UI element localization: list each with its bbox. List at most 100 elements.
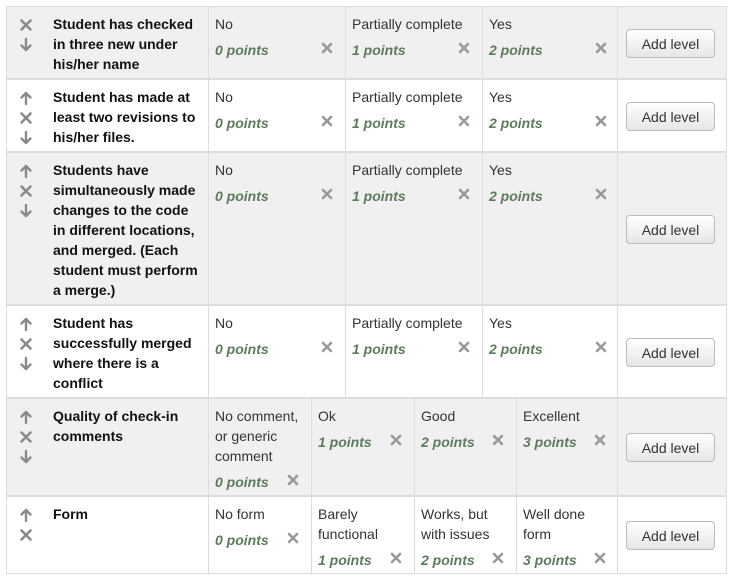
level-definition[interactable]: Yes — [489, 14, 613, 34]
level-definition[interactable]: No — [215, 14, 339, 34]
arrow-down-icon[interactable] — [18, 130, 34, 146]
level-points[interactable]: 1 points — [318, 434, 372, 450]
criterion-description[interactable]: Quality of check-in comments — [47, 399, 208, 495]
delete-level-icon[interactable] — [386, 548, 406, 568]
level-definition[interactable]: Partially complete — [352, 14, 476, 34]
close-icon — [287, 532, 299, 544]
close-icon — [458, 341, 470, 353]
level-points[interactable]: 0 points — [215, 474, 269, 490]
level-definition[interactable]: No — [215, 313, 339, 333]
arrow-down-icon[interactable] — [18, 203, 34, 219]
level-definition[interactable]: Yes — [489, 87, 613, 107]
arrow-down-icon — [20, 203, 32, 218]
level-definition[interactable]: Partially complete — [352, 87, 476, 107]
close-icon — [595, 42, 607, 54]
level-definition[interactable]: Works, but with issues — [421, 504, 510, 544]
arrow-down-icon[interactable] — [18, 449, 34, 465]
level-cell: Partially complete 1 points — [345, 153, 482, 304]
level-points[interactable]: 1 points — [352, 42, 406, 58]
close-icon[interactable] — [18, 527, 34, 543]
criterion-description[interactable]: Form — [47, 497, 208, 573]
criterion-description[interactable]: Students have simultaneously made change… — [47, 153, 208, 304]
level-points[interactable]: 0 points — [215, 115, 269, 131]
level-definition[interactable]: Well done form — [523, 504, 612, 544]
level-cell: Ok 1 points — [311, 399, 414, 495]
level-cell: No 0 points — [208, 153, 345, 304]
level-definition[interactable]: Partially complete — [352, 160, 476, 180]
delete-level-icon[interactable] — [590, 548, 610, 568]
level-definition[interactable]: No comment, or generic comment — [215, 406, 305, 466]
level-points[interactable]: 2 points — [421, 434, 475, 450]
level-definition[interactable]: Good — [421, 406, 510, 426]
level-definition[interactable]: Barely functional — [318, 504, 408, 544]
delete-level-icon[interactable] — [454, 184, 474, 204]
delete-level-icon[interactable] — [386, 430, 406, 450]
level-points[interactable]: 0 points — [215, 341, 269, 357]
level-points[interactable]: 3 points — [523, 552, 577, 568]
delete-level-icon[interactable] — [591, 337, 611, 357]
delete-level-icon[interactable] — [317, 111, 337, 131]
delete-level-icon[interactable] — [591, 111, 611, 131]
level-definition[interactable]: Ok — [318, 406, 408, 426]
level-definition[interactable]: Excellent — [523, 406, 612, 426]
delete-level-icon[interactable] — [591, 38, 611, 58]
level-definition[interactable]: No — [215, 160, 339, 180]
level-cell: Yes 2 points — [482, 7, 619, 78]
level-points[interactable]: 2 points — [489, 115, 543, 131]
delete-level-icon[interactable] — [488, 548, 508, 568]
arrow-up-icon[interactable] — [18, 409, 34, 425]
level-points[interactable]: 1 points — [318, 552, 372, 568]
level-definition[interactable]: Yes — [489, 160, 613, 180]
level-points[interactable]: 1 points — [352, 341, 406, 357]
level-points[interactable]: 1 points — [352, 115, 406, 131]
level-definition[interactable]: Partially complete — [352, 313, 476, 333]
arrow-down-icon[interactable] — [18, 37, 34, 53]
arrow-down-icon[interactable] — [18, 356, 34, 372]
arrow-down-icon — [20, 130, 32, 145]
delete-level-icon[interactable] — [317, 184, 337, 204]
delete-level-icon[interactable] — [317, 38, 337, 58]
level-points[interactable]: 0 points — [215, 532, 269, 548]
close-icon[interactable] — [18, 17, 34, 33]
add-level-button[interactable]: Add level — [626, 29, 715, 58]
arrow-up-icon[interactable] — [18, 90, 34, 106]
add-level-cell: Add level — [617, 80, 726, 151]
delete-level-icon[interactable] — [283, 470, 303, 490]
delete-level-icon[interactable] — [488, 430, 508, 450]
close-icon — [321, 188, 333, 200]
add-level-button[interactable]: Add level — [626, 102, 715, 131]
level-points[interactable]: 0 points — [215, 42, 269, 58]
level-definition[interactable]: No form — [215, 504, 305, 524]
arrow-up-icon[interactable] — [18, 163, 34, 179]
delete-level-icon[interactable] — [590, 430, 610, 450]
delete-level-icon[interactable] — [591, 184, 611, 204]
criterion-description[interactable]: Student has made at least two revisions … — [47, 80, 208, 151]
level-points[interactable]: 3 points — [523, 434, 577, 450]
level-points[interactable]: 2 points — [421, 552, 475, 568]
close-icon[interactable] — [18, 183, 34, 199]
add-level-button[interactable]: Add level — [626, 521, 715, 550]
add-level-button[interactable]: Add level — [626, 215, 715, 244]
level-points[interactable]: 0 points — [215, 188, 269, 204]
delete-level-icon[interactable] — [454, 337, 474, 357]
arrow-up-icon[interactable] — [18, 507, 34, 523]
level-cell: No comment, or generic comment 0 points — [208, 399, 311, 495]
delete-level-icon[interactable] — [454, 111, 474, 131]
close-icon[interactable] — [18, 336, 34, 352]
add-level-button[interactable]: Add level — [626, 338, 715, 367]
criterion-description[interactable]: Student has checked in three new under h… — [47, 7, 208, 78]
delete-level-icon[interactable] — [283, 528, 303, 548]
level-points[interactable]: 2 points — [489, 188, 543, 204]
add-level-button[interactable]: Add level — [626, 433, 715, 462]
arrow-up-icon[interactable] — [18, 316, 34, 332]
level-points[interactable]: 2 points — [489, 341, 543, 357]
close-icon[interactable] — [18, 110, 34, 126]
criterion-description[interactable]: Student has successfully merged where th… — [47, 306, 208, 397]
level-points[interactable]: 1 points — [352, 188, 406, 204]
level-points[interactable]: 2 points — [489, 42, 543, 58]
delete-level-icon[interactable] — [454, 38, 474, 58]
delete-level-icon[interactable] — [317, 337, 337, 357]
level-definition[interactable]: Yes — [489, 313, 613, 333]
level-definition[interactable]: No — [215, 87, 339, 107]
close-icon[interactable] — [18, 429, 34, 445]
